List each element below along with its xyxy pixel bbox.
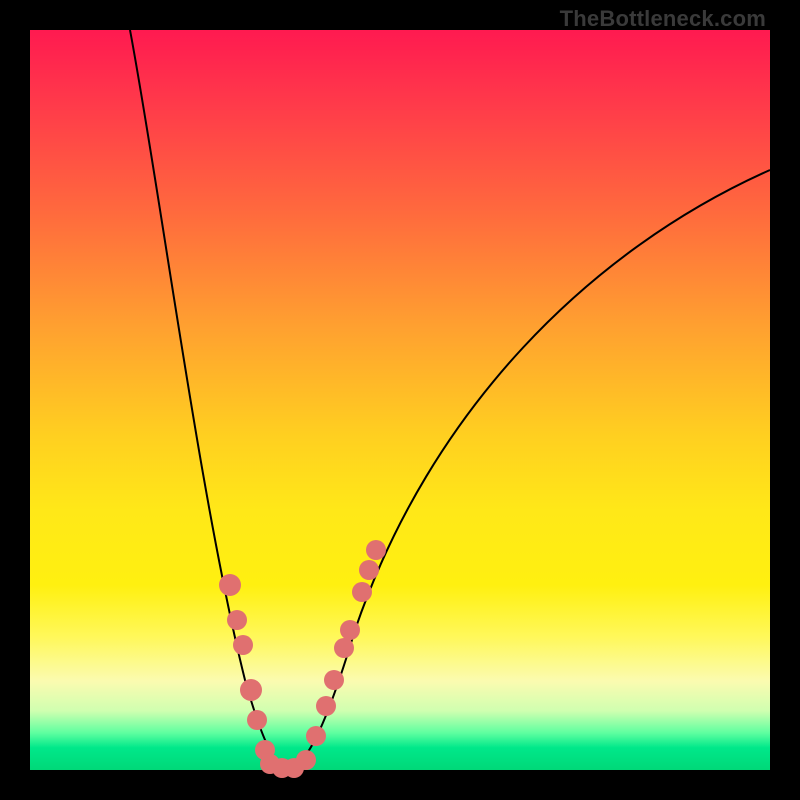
marker-group [219, 540, 386, 778]
bottleneck-curve-path [130, 30, 770, 768]
curve-svg [30, 30, 770, 770]
marker-dot [247, 710, 267, 730]
marker-dot [219, 574, 241, 596]
marker-dot [359, 560, 379, 580]
watermark-text: TheBottleneck.com [560, 6, 766, 32]
marker-dot [352, 582, 372, 602]
marker-dot [306, 726, 326, 746]
chart-frame: TheBottleneck.com [0, 0, 800, 800]
marker-dot [316, 696, 336, 716]
marker-dot [340, 620, 360, 640]
marker-dot [366, 540, 386, 560]
plot-area [30, 30, 770, 770]
marker-dot [296, 750, 316, 770]
marker-dot [324, 670, 344, 690]
marker-dot [233, 635, 253, 655]
marker-dot [334, 638, 354, 658]
marker-dot [227, 610, 247, 630]
marker-dot [240, 679, 262, 701]
